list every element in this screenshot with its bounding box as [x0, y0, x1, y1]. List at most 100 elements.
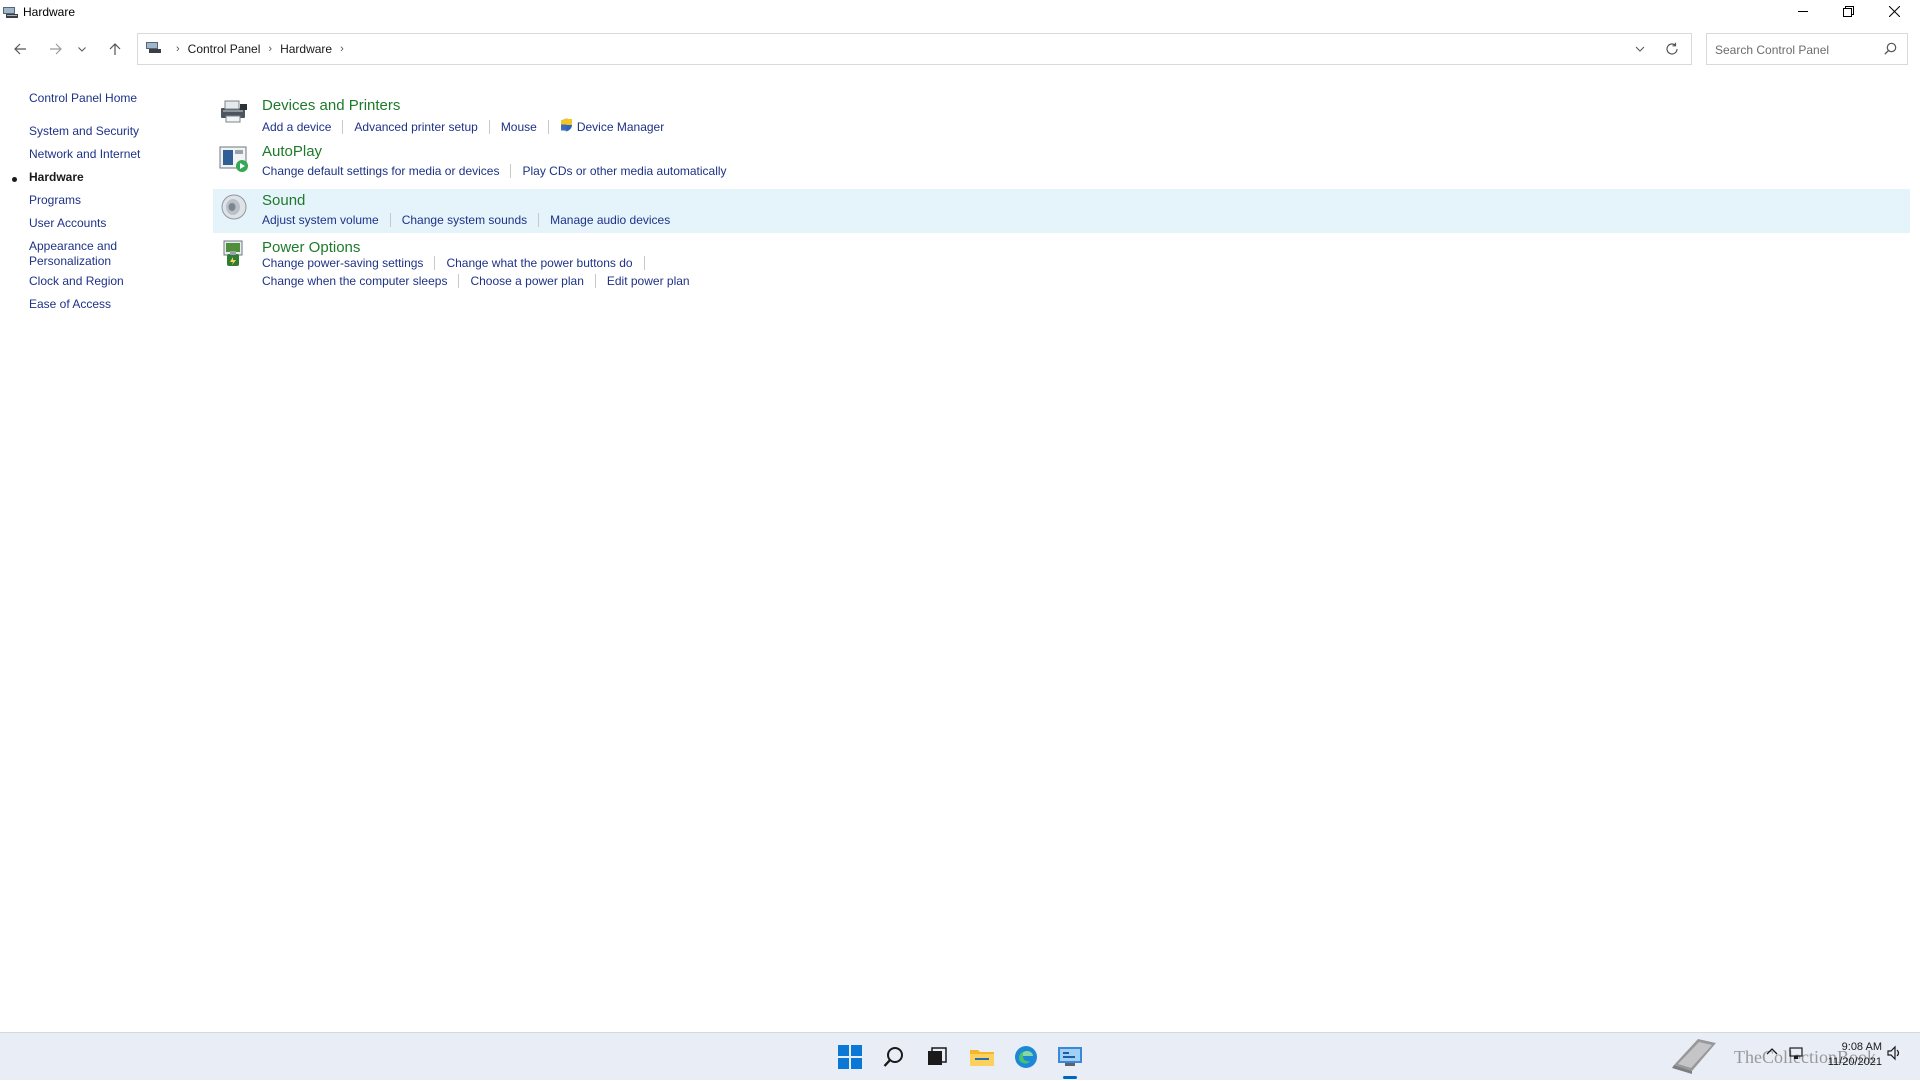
- volume-button[interactable]: [1886, 1045, 1902, 1066]
- section-devices-and-printers: Devices and Printers Add a device Advanc…: [214, 92, 1910, 136]
- taskbar-search-button[interactable]: [876, 1040, 912, 1074]
- sidebar-item-user-accounts[interactable]: User Accounts: [29, 216, 106, 231]
- uac-shield-icon: [560, 118, 573, 135]
- breadcrumb-control-panel[interactable]: Control Panel: [188, 42, 261, 56]
- restore-button[interactable]: [1825, 0, 1871, 22]
- section-autoplay: AutoPlay Change default settings for med…: [214, 138, 1910, 182]
- change-system-sounds-link[interactable]: Change system sounds: [402, 213, 527, 227]
- sidebar-item-programs[interactable]: Programs: [29, 193, 81, 208]
- active-bullet: [12, 177, 17, 182]
- window-title: Hardware: [23, 5, 76, 19]
- close-button[interactable]: [1871, 0, 1917, 22]
- file-explorer-icon: [970, 1050, 994, 1066]
- network-icon: [1789, 1047, 1803, 1059]
- control-panel-icon: [1058, 1047, 1082, 1066]
- taskbar: TheCollectionBook 9:08 AM 11/20/2021: [0, 1032, 1920, 1080]
- sidebar-item-ease-of-access[interactable]: Ease of Access: [29, 297, 111, 312]
- change-power-buttons-link[interactable]: Change what the power buttons do: [446, 256, 632, 270]
- change-default-settings-link[interactable]: Change default settings for media or dev…: [262, 164, 499, 178]
- link-divider: [389, 213, 391, 227]
- edit-power-plan-link[interactable]: Edit power plan: [607, 274, 690, 288]
- address-dropdown-button[interactable]: [1635, 42, 1645, 61]
- system-clock[interactable]: 9:08 AM 11/20/2021: [1810, 1040, 1882, 1070]
- control-panel-taskbar-button[interactable]: [1052, 1040, 1088, 1074]
- control-panel-icon: [146, 41, 162, 57]
- task-view-button[interactable]: [919, 1040, 955, 1074]
- breadcrumb-hardware[interactable]: Hardware: [280, 42, 332, 56]
- search-icon[interactable]: [1884, 42, 1897, 60]
- control-panel-home-link[interactable]: Control Panel Home: [29, 91, 137, 105]
- section-links: Change when the computer sleeps Choose a…: [262, 274, 690, 288]
- sidebar-item-clock-and-region[interactable]: Clock and Region: [29, 274, 124, 289]
- section-title-sound[interactable]: Sound: [262, 192, 305, 209]
- link-divider: [434, 256, 436, 270]
- minimize-button[interactable]: [1780, 0, 1826, 22]
- task-view-icon: [928, 1047, 947, 1065]
- network-button[interactable]: [1788, 1045, 1804, 1066]
- chevron-right-icon[interactable]: ›: [340, 43, 344, 55]
- link-divider: [488, 119, 490, 134]
- section-links: Add a device Advanced printer setup Mous…: [262, 118, 664, 135]
- link-divider: [547, 119, 549, 134]
- forward-button[interactable]: [41, 33, 69, 65]
- change-when-computer-sleeps-link[interactable]: Change when the computer sleeps: [262, 274, 447, 288]
- navigation-bar: › Control Panel › Hardware ›: [0, 33, 1920, 67]
- mouse-link[interactable]: Mouse: [501, 120, 537, 134]
- change-power-saving-settings-link[interactable]: Change power-saving settings: [262, 256, 423, 270]
- chevron-right-icon[interactable]: ›: [268, 43, 272, 55]
- title-bar: Hardware: [0, 0, 1920, 24]
- section-links: Adjust system volume Change system sound…: [262, 213, 670, 227]
- clock-date: 11/20/2021: [1827, 1056, 1882, 1068]
- adjust-system-volume-link[interactable]: Adjust system volume: [262, 213, 379, 227]
- section-sound[interactable]: Sound Adjust system volume Change system…: [213, 189, 1910, 233]
- chevron-right-icon[interactable]: ›: [176, 43, 180, 55]
- close-icon: [1888, 5, 1900, 17]
- refresh-button[interactable]: [1665, 42, 1679, 61]
- minimize-icon: [1797, 10, 1808, 12]
- section-links: Change power-saving settings Change what…: [262, 256, 656, 270]
- breadcrumb: › Control Panel › Hardware ›: [146, 34, 352, 64]
- device-manager-link[interactable]: Device Manager: [577, 120, 664, 134]
- manage-audio-devices-link[interactable]: Manage audio devices: [550, 213, 670, 227]
- file-explorer-button[interactable]: [964, 1040, 1000, 1074]
- play-cds-automatically-link[interactable]: Play CDs or other media automatically: [522, 164, 726, 178]
- autoplay-icon[interactable]: [218, 142, 250, 174]
- address-bar[interactable]: › Control Panel › Hardware ›: [137, 33, 1692, 65]
- restore-icon: [1842, 5, 1854, 17]
- book-icon: [1668, 1035, 1720, 1080]
- up-arrow-icon: [109, 42, 121, 55]
- sidebar-item-network-and-internet[interactable]: Network and Internet: [29, 147, 140, 162]
- back-button[interactable]: [6, 33, 34, 65]
- link-divider: [510, 164, 512, 178]
- advanced-printer-setup-link[interactable]: Advanced printer setup: [354, 120, 477, 134]
- speaker-icon[interactable]: [218, 191, 250, 223]
- sidebar-item-appearance-and-personalization[interactable]: Appearance and Personalization: [29, 239, 117, 269]
- edge-icon: [1015, 1046, 1037, 1068]
- link-divider: [458, 274, 460, 288]
- chevron-up-icon: [1766, 1048, 1778, 1055]
- recent-locations-button[interactable]: [72, 33, 92, 65]
- link-divider: [538, 213, 540, 227]
- show-hidden-icons-button[interactable]: [1766, 1045, 1778, 1063]
- section-title-devices-and-printers[interactable]: Devices and Printers: [262, 97, 400, 114]
- search-input[interactable]: [1707, 34, 1887, 66]
- sidebar-item-system-and-security[interactable]: System and Security: [29, 124, 139, 139]
- start-button[interactable]: [832, 1040, 868, 1074]
- speaker-icon: [1887, 1045, 1900, 1061]
- section-title-power-options[interactable]: Power Options: [262, 239, 360, 256]
- link-divider: [643, 256, 645, 270]
- add-a-device-link[interactable]: Add a device: [262, 120, 331, 134]
- search-box[interactable]: [1706, 33, 1908, 66]
- printer-icon[interactable]: [218, 96, 250, 128]
- choose-power-plan-link[interactable]: Choose a power plan: [470, 274, 583, 288]
- link-divider: [342, 119, 344, 134]
- up-button[interactable]: [101, 33, 129, 65]
- power-options-icon[interactable]: [218, 238, 250, 270]
- edge-button[interactable]: [1008, 1040, 1044, 1074]
- search-icon: [883, 1047, 903, 1067]
- sidebar-item-hardware: Hardware: [29, 170, 84, 184]
- section-title-autoplay[interactable]: AutoPlay: [262, 143, 322, 160]
- chevron-down-icon: [78, 46, 86, 52]
- section-power-options: Power Options Change power-saving settin…: [214, 234, 1910, 296]
- refresh-icon: [1666, 42, 1678, 55]
